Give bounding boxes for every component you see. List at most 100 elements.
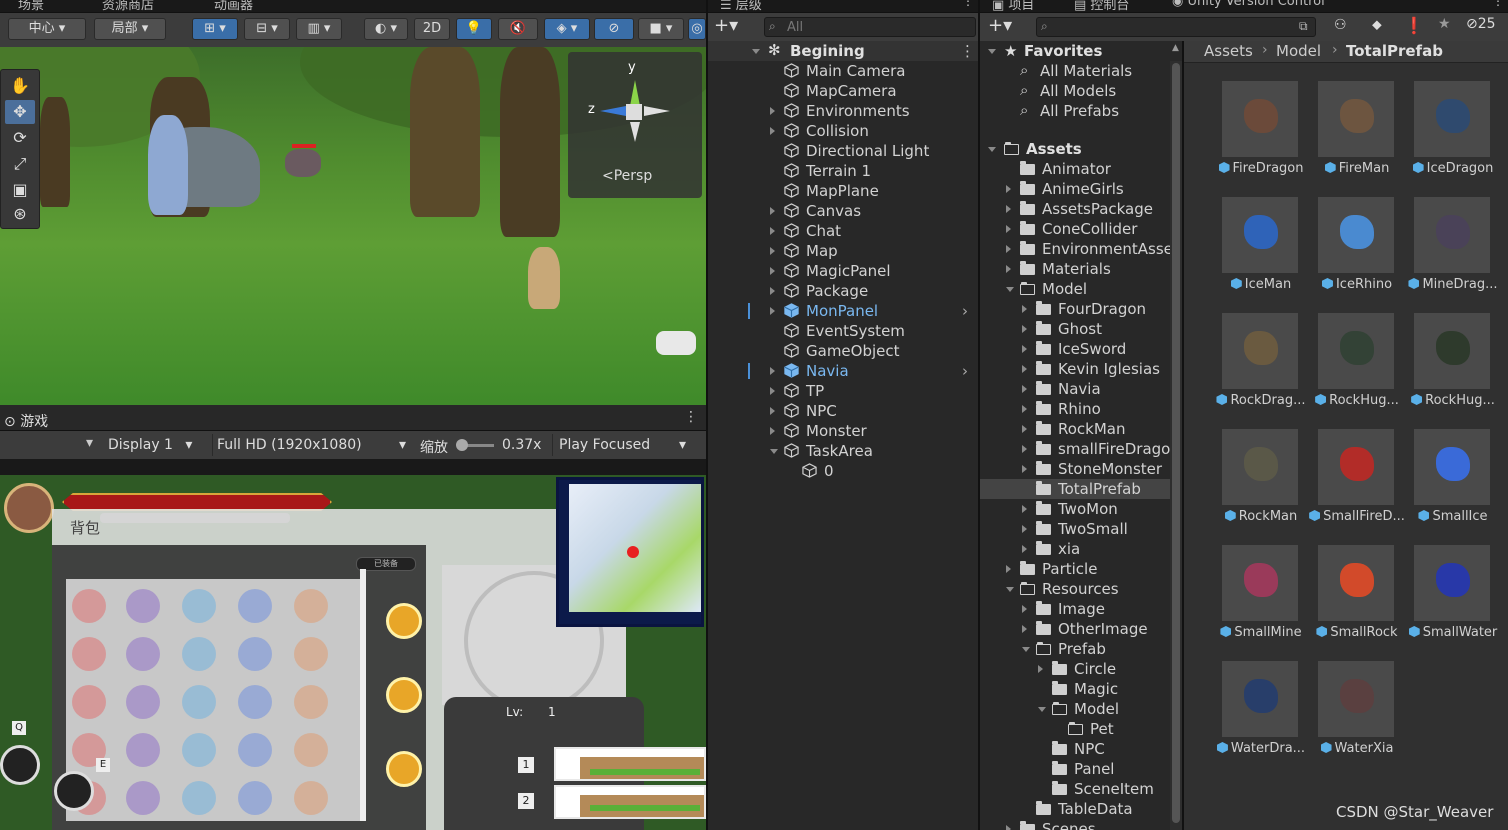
folder-row[interactable]: Image <box>980 599 1182 619</box>
tab-console[interactable]: ▤ 控制台 <box>1074 0 1129 13</box>
expand-arrow-icon[interactable] <box>770 367 775 375</box>
expand-arrow-icon[interactable] <box>1022 445 1027 453</box>
asset-tile[interactable]: RockHug... <box>1310 313 1408 423</box>
visibility-toggle-icon[interactable]: ⊘ <box>594 18 634 40</box>
folder-row[interactable]: Rhino <box>980 399 1182 419</box>
project-search[interactable]: ⌕ ⧉ <box>1036 17 1316 37</box>
scene-root-row[interactable]: ✻ Begining ⋮ <box>708 41 978 61</box>
player-avatar[interactable] <box>4 483 54 533</box>
filter-label-icon[interactable]: ⬥ <box>1372 17 1382 33</box>
folder-row[interactable]: TwoSmall <box>980 519 1182 539</box>
expand-arrow-icon[interactable] <box>770 427 775 435</box>
folder-row[interactable]: SceneItem <box>980 779 1182 799</box>
asset-tile[interactable]: WaterXia <box>1310 661 1408 771</box>
folder-row[interactable]: OtherImage <box>980 619 1182 639</box>
folder-row[interactable]: TotalPrefab <box>980 479 1182 499</box>
hierarchy-row[interactable]: GameObject <box>708 341 978 361</box>
item-slot[interactable] <box>72 637 106 671</box>
hierarchy-row[interactable]: Environments <box>708 101 978 121</box>
folder-row[interactable]: Model <box>980 699 1182 719</box>
folder-row[interactable]: NPC <box>980 739 1182 759</box>
favorites-header[interactable]: ★ Favorites <box>980 41 1182 61</box>
expand-arrow-icon[interactable] <box>1006 287 1014 292</box>
folder-row[interactable]: Circle <box>980 659 1182 679</box>
breadcrumb-item[interactable]: Model <box>1276 42 1321 60</box>
tab-animator[interactable]: 动画器 <box>214 0 253 13</box>
audio-toggle-icon[interactable]: 🔇 <box>498 18 538 40</box>
asset-tile[interactable]: WaterDra... <box>1214 661 1312 771</box>
item-slot[interactable] <box>294 637 328 671</box>
asset-tile[interactable]: FireDragon <box>1214 81 1312 191</box>
expand-arrow-icon[interactable] <box>1022 545 1027 553</box>
expand-arrow-icon[interactable] <box>1038 665 1043 673</box>
gizmos-icon[interactable]: ◎ <box>688 18 706 40</box>
item-slot[interactable] <box>182 733 216 767</box>
hierarchy-row[interactable]: Directional Light <box>708 141 978 161</box>
orientation-gizmo[interactable]: y z <Persp <box>568 52 702 198</box>
item-slot[interactable] <box>238 685 272 719</box>
folder-row[interactable]: Ghost <box>980 319 1182 339</box>
asset-tile[interactable]: IceRhino <box>1310 197 1408 307</box>
expand-arrow-icon[interactable] <box>1022 605 1027 613</box>
expand-arrow-icon[interactable] <box>752 49 760 54</box>
item-slot[interactable] <box>294 685 328 719</box>
expand-arrow-icon[interactable] <box>770 107 775 115</box>
chevron-right-icon[interactable]: › <box>962 301 968 321</box>
play-mode-dropdown[interactable]: Play Focused ▾ <box>552 434 692 456</box>
hierarchy-row[interactable]: EventSystem <box>708 321 978 341</box>
tab-game[interactable]: ⊙ 游戏 <box>4 411 48 431</box>
resolution-dropdown[interactable]: Full HD (1920x1080) ▾ <box>212 434 412 456</box>
item-slot[interactable] <box>182 685 216 719</box>
expand-arrow-icon[interactable] <box>1022 385 1027 393</box>
hierarchy-menu-icon[interactable]: ⋮ <box>962 0 974 8</box>
expand-arrow-icon[interactable] <box>770 267 775 275</box>
expand-arrow-icon[interactable] <box>770 127 775 135</box>
folder-tree-scrollbar[interactable]: ▲ <box>1170 43 1182 830</box>
create-button[interactable]: +▾ <box>714 15 738 36</box>
game-viewport[interactable]: 背包 已装备 Lv: 1 1 2 Q E <box>0 475 706 830</box>
folder-row[interactable]: TableData <box>980 799 1182 819</box>
scale-slider-knob[interactable] <box>456 439 468 451</box>
expand-arrow-icon[interactable] <box>1022 647 1030 652</box>
expand-arrow-icon[interactable] <box>770 387 775 395</box>
scene-menu-icon[interactable]: ⋮ <box>960 41 975 61</box>
game-view-dropdown-icon[interactable]: ▾ <box>86 435 93 451</box>
hierarchy-row[interactable]: NPC <box>708 401 978 421</box>
tab-scene[interactable]: 场景 <box>18 0 44 13</box>
item-slot[interactable] <box>126 733 160 767</box>
display-dropdown[interactable]: Display 1 ▾ <box>108 434 208 456</box>
minimap[interactable] <box>556 477 704 627</box>
expand-arrow-icon[interactable] <box>1022 305 1027 313</box>
favorite-star-icon[interactable]: ★ <box>1438 16 1451 32</box>
item-slot[interactable] <box>294 733 328 767</box>
assets-root-row[interactable]: Assets <box>980 139 1182 159</box>
hierarchy-row[interactable]: Monster <box>708 421 978 441</box>
asset-tile[interactable]: FireMan <box>1310 81 1408 191</box>
folder-row[interactable]: Model <box>980 279 1182 299</box>
item-slot[interactable] <box>238 781 272 815</box>
asset-tile[interactable]: IceMan <box>1214 197 1312 307</box>
folder-row[interactable]: EnvironmentAssets <box>980 239 1182 259</box>
tab-asset-store[interactable]: 资源商店 <box>102 0 154 13</box>
folder-row[interactable]: AssetsPackage <box>980 199 1182 219</box>
asset-tile[interactable]: SmallWater <box>1406 545 1504 655</box>
space-toggle[interactable]: 局部 ▾ <box>94 18 166 40</box>
expand-arrow-icon[interactable] <box>770 227 775 235</box>
item-slot[interactable] <box>294 781 328 815</box>
folder-row[interactable]: StoneMonster <box>980 459 1182 479</box>
expand-arrow-icon[interactable] <box>770 407 775 415</box>
transform-tool-icon[interactable]: ⊛ <box>5 202 35 226</box>
expand-arrow-icon[interactable] <box>1022 425 1027 433</box>
item-slot[interactable] <box>72 685 106 719</box>
search-extend-icon[interactable]: ⧉ <box>1299 19 1308 34</box>
hierarchy-row[interactable]: MapPlane <box>708 181 978 201</box>
camera-settings-icon[interactable]: ■ ▾ <box>638 18 684 40</box>
chevron-right-icon[interactable]: › <box>962 361 968 381</box>
folder-row[interactable]: Materials <box>980 259 1182 279</box>
rect-tool-icon[interactable]: ▣ <box>5 178 35 202</box>
2d-toggle[interactable]: 2D <box>414 18 450 40</box>
effects-toggle-icon[interactable]: ◈ ▾ <box>544 18 590 40</box>
expand-arrow-icon[interactable] <box>1006 245 1011 253</box>
expand-arrow-icon[interactable] <box>1022 345 1027 353</box>
expand-arrow-icon[interactable] <box>770 287 775 295</box>
